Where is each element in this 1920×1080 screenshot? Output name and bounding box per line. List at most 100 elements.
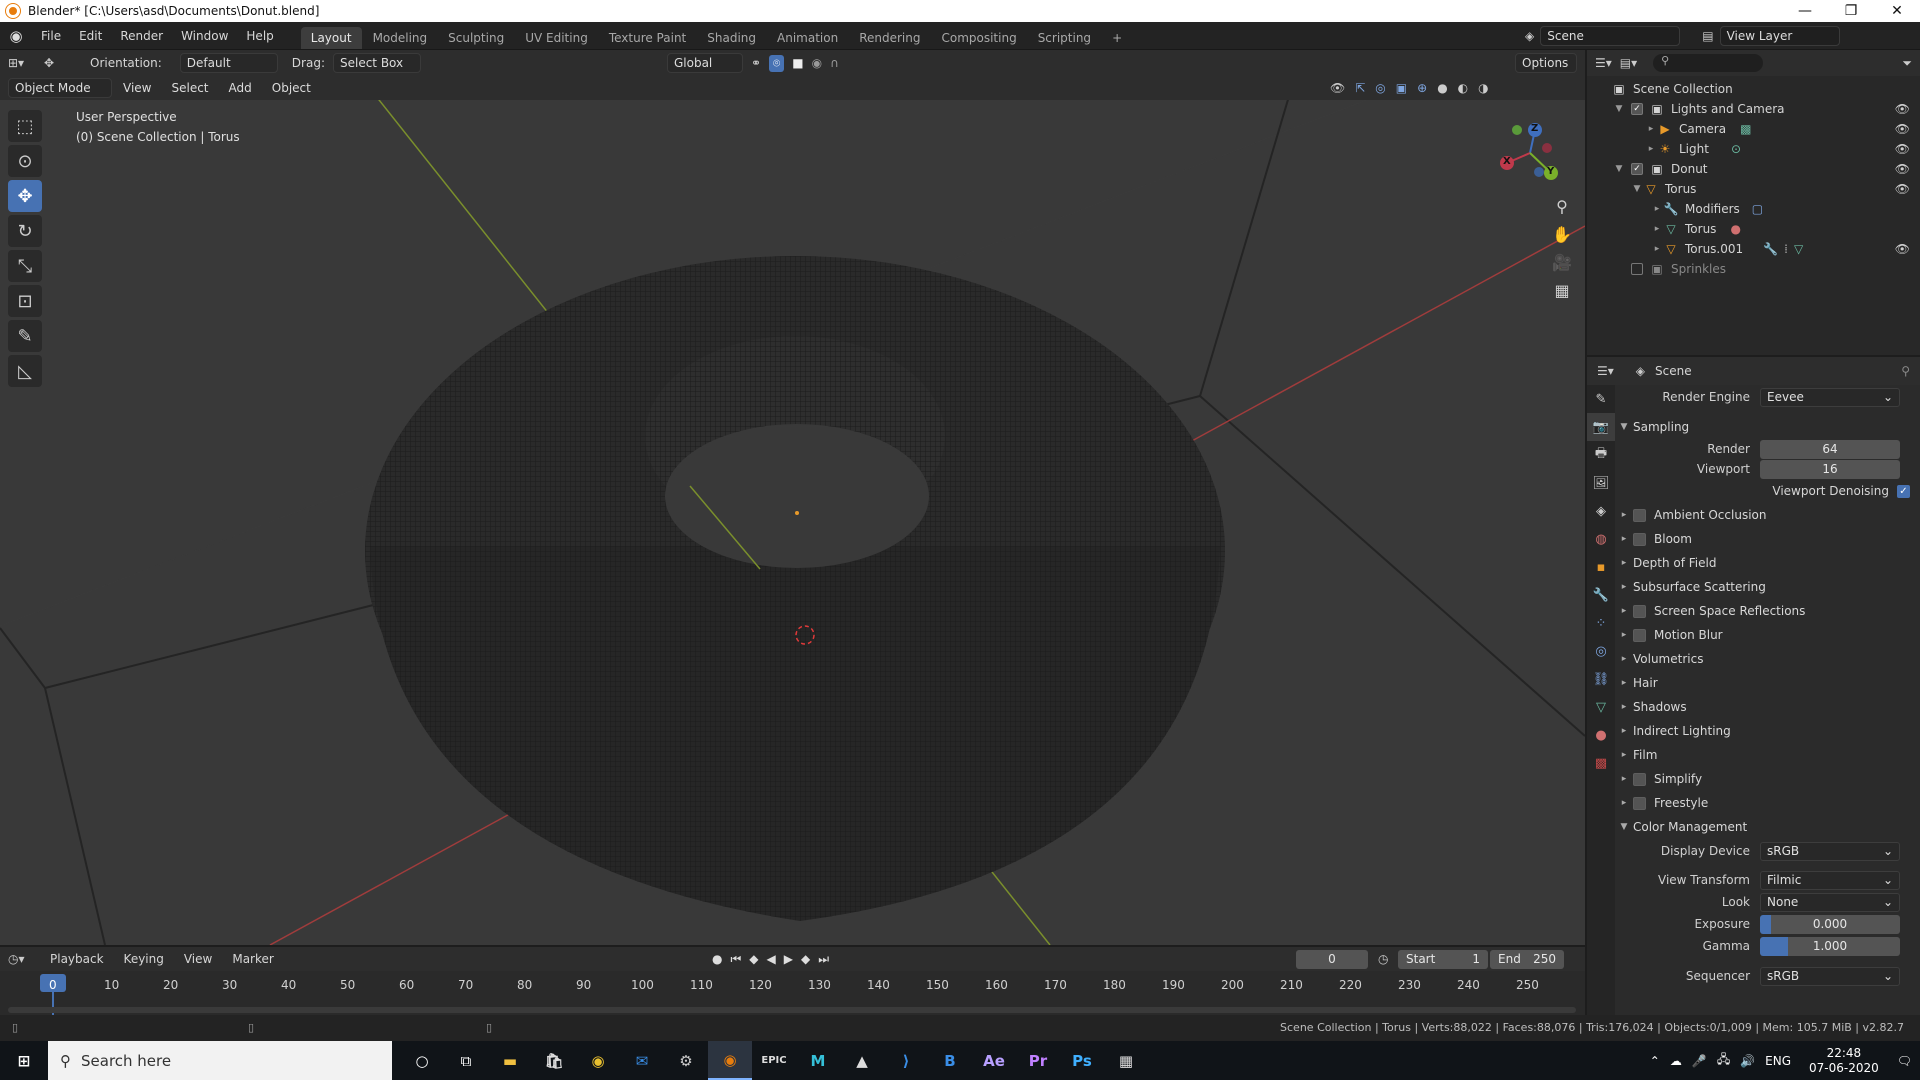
pin-icon[interactable]: ⚲ xyxy=(1901,364,1910,378)
sampling-section[interactable]: ▼ Sampling xyxy=(1615,415,1920,439)
render-tab-icon[interactable]: 📷 xyxy=(1587,413,1615,441)
scene-tab-icon[interactable]: ◈ xyxy=(1587,497,1615,525)
look-dropdown[interactable]: None ⌄ xyxy=(1760,892,1900,912)
scene-selector[interactable]: Scene xyxy=(1540,26,1681,46)
render-section-row[interactable]: ▸ Shadows xyxy=(1615,695,1920,719)
premiere-icon[interactable]: Pr xyxy=(1016,1041,1060,1080)
close-button[interactable]: ✕ xyxy=(1874,3,1920,19)
network-icon[interactable]: 🖧 xyxy=(1717,1050,1730,1071)
visibility-eye-icon[interactable]: 👁 xyxy=(1895,122,1910,136)
taskbar-search-box[interactable]: ⚲ Search here xyxy=(48,1041,392,1080)
tab-texture-paint[interactable]: Texture Paint xyxy=(599,27,696,49)
mesh-data-icon[interactable]: ▽ xyxy=(1794,242,1803,256)
data-tab-icon[interactable]: ▽ xyxy=(1587,693,1615,721)
outliner-editor-type-icon[interactable]: ☰▾ xyxy=(1595,56,1612,70)
minimize-button[interactable]: — xyxy=(1782,3,1828,19)
visibility-eye-icon[interactable]: 👁 xyxy=(1895,142,1910,156)
gizmo-toggle-icon[interactable]: ⇱ xyxy=(1355,81,1365,95)
jump-end-icon[interactable]: ⏭ xyxy=(818,952,829,967)
visibility-eye-icon[interactable]: 👁 xyxy=(1895,162,1910,176)
language-indicator[interactable]: ENG xyxy=(1765,1054,1791,1068)
snap-target-icon[interactable]: ■ xyxy=(792,56,803,70)
rendered-shading-icon[interactable]: ◑ xyxy=(1478,81,1488,95)
tab-rendering[interactable]: Rendering xyxy=(849,27,930,49)
render-section-row[interactable]: ▸ Indirect Lighting xyxy=(1615,719,1920,743)
app-m-icon[interactable]: M xyxy=(796,1041,840,1080)
windows-start-icon[interactable]: ⊞ xyxy=(0,1041,48,1080)
material-icon[interactable]: ● xyxy=(1730,222,1740,236)
constraints-tab-icon[interactable]: ⛓ xyxy=(1587,665,1615,693)
section-checkbox[interactable] xyxy=(1633,532,1646,546)
view-layer-tab-icon[interactable]: 🖼 xyxy=(1587,469,1615,497)
tab-modeling[interactable]: Modeling xyxy=(363,27,438,49)
app-b-icon[interactable]: B xyxy=(928,1041,972,1080)
render-section-row[interactable]: ▸ Volumetrics xyxy=(1615,647,1920,671)
steam-icon[interactable]: ⚙ xyxy=(664,1041,708,1080)
xray-icon[interactable]: ▣ xyxy=(1396,81,1407,95)
collection-checkbox[interactable]: ✓ xyxy=(1631,103,1643,115)
viewport-menu-select[interactable]: Select xyxy=(162,81,217,95)
viewport-denoising-checkbox[interactable]: ✓ xyxy=(1897,484,1910,498)
file-explorer-icon[interactable]: ▬ xyxy=(488,1041,532,1080)
volume-icon[interactable]: 🔊 xyxy=(1740,1054,1755,1068)
proportional-edit-icon[interactable]: ◉ xyxy=(812,56,822,70)
solid-shading-icon[interactable]: ● xyxy=(1437,81,1447,95)
falloff-icon[interactable]: ∩ xyxy=(830,56,839,70)
material-shading-icon[interactable]: ◐ xyxy=(1458,81,1468,95)
display-device-dropdown[interactable]: sRGB ⌄ xyxy=(1760,841,1900,861)
record-icon[interactable]: ● xyxy=(712,952,722,967)
after-effects-icon[interactable]: Ae xyxy=(972,1041,1016,1080)
outliner-row-modifiers[interactable]: ▸ 🔧 Modifiers ▢ xyxy=(1587,199,1920,219)
material-tab-icon[interactable]: ● xyxy=(1587,721,1615,749)
section-checkbox[interactable] xyxy=(1633,508,1646,522)
outliner-search-input[interactable]: ⚲ xyxy=(1653,54,1764,72)
sequencer-dropdown[interactable]: sRGB ⌄ xyxy=(1760,966,1900,986)
calculator-icon[interactable]: ▦ xyxy=(1104,1041,1148,1080)
orientation-dropdown[interactable]: Default xyxy=(179,53,278,73)
drag-dropdown[interactable]: Select Box xyxy=(332,53,421,73)
section-checkbox[interactable] xyxy=(1633,628,1646,642)
store-icon[interactable]: 🛍 xyxy=(532,1041,576,1080)
particles-icon[interactable]: ⁞ xyxy=(1784,242,1788,256)
notification-icon[interactable]: 🗨 xyxy=(1897,1054,1912,1068)
cursor-tool[interactable]: ⊙ xyxy=(8,145,42,177)
collection-checkbox[interactable] xyxy=(1631,263,1643,275)
navigation-gizmo[interactable]: Z X Y xyxy=(1495,118,1565,188)
menu-window[interactable]: Window xyxy=(172,22,237,50)
viewport-samples-field[interactable]: 16 xyxy=(1760,459,1900,479)
jump-start-icon[interactable]: ⏮ xyxy=(730,952,741,967)
photos-icon[interactable]: ▲ xyxy=(840,1041,884,1080)
photoshop-icon[interactable]: Ps xyxy=(1060,1041,1104,1080)
timeline-menu-playback[interactable]: Playback xyxy=(42,952,112,966)
camera-view-icon[interactable]: 🎥 xyxy=(1548,248,1576,276)
section-checkbox[interactable] xyxy=(1633,772,1646,786)
clock-icon[interactable]: ◷ xyxy=(1378,952,1388,966)
select-box-tool[interactable]: ⬚ xyxy=(8,110,42,142)
modifier-tab-icon[interactable]: 🔧 xyxy=(1587,581,1615,609)
render-engine-dropdown[interactable]: Eevee ⌄ xyxy=(1760,387,1900,407)
render-section-row[interactable]: ▸ Screen Space Reflections xyxy=(1615,599,1920,623)
outliner-row-light[interactable]: ▸ ☀ Light ⊙ 👁 xyxy=(1587,139,1920,159)
annotate-tool[interactable]: ✎ xyxy=(8,320,42,352)
blender-taskbar-icon[interactable]: ◉ xyxy=(708,1041,752,1080)
modifier-wrench-icon[interactable]: 🔧 xyxy=(1763,242,1778,256)
outliner-row-scene-collection[interactable]: ▣ Scene Collection xyxy=(1587,79,1920,99)
render-section-row[interactable]: ▸ Simplify xyxy=(1615,767,1920,791)
move-tool-icon[interactable]: ✥ xyxy=(44,56,66,70)
vscode-icon[interactable]: ⟩ xyxy=(884,1041,928,1080)
maximize-button[interactable]: ❐ xyxy=(1828,3,1874,19)
blender-menu-icon[interactable]: ◉ xyxy=(0,27,32,45)
tab-layout[interactable]: Layout xyxy=(300,27,362,49)
clock[interactable]: 22:48 07-06-2020 xyxy=(1809,1046,1879,1076)
timeline-editor-type-icon[interactable]: ◷▾ xyxy=(8,952,38,966)
world-tab-icon[interactable]: ◍ xyxy=(1587,525,1615,553)
render-section-row[interactable]: ▸ Subsurface Scattering xyxy=(1615,575,1920,599)
timeline-menu-marker[interactable]: Marker xyxy=(224,952,281,966)
filter-icon[interactable]: ⏷ xyxy=(1902,56,1912,71)
transform-orientation-dropdown[interactable]: Global xyxy=(666,53,743,73)
3d-viewport[interactable] xyxy=(0,76,1585,945)
section-checkbox[interactable] xyxy=(1633,796,1646,810)
viewport-menu-object[interactable]: Object xyxy=(263,81,320,95)
outliner-row-donut[interactable]: ▼ ✓ ▣ Donut 👁 xyxy=(1587,159,1920,179)
expand-icon[interactable]: ▸ xyxy=(1651,224,1663,234)
